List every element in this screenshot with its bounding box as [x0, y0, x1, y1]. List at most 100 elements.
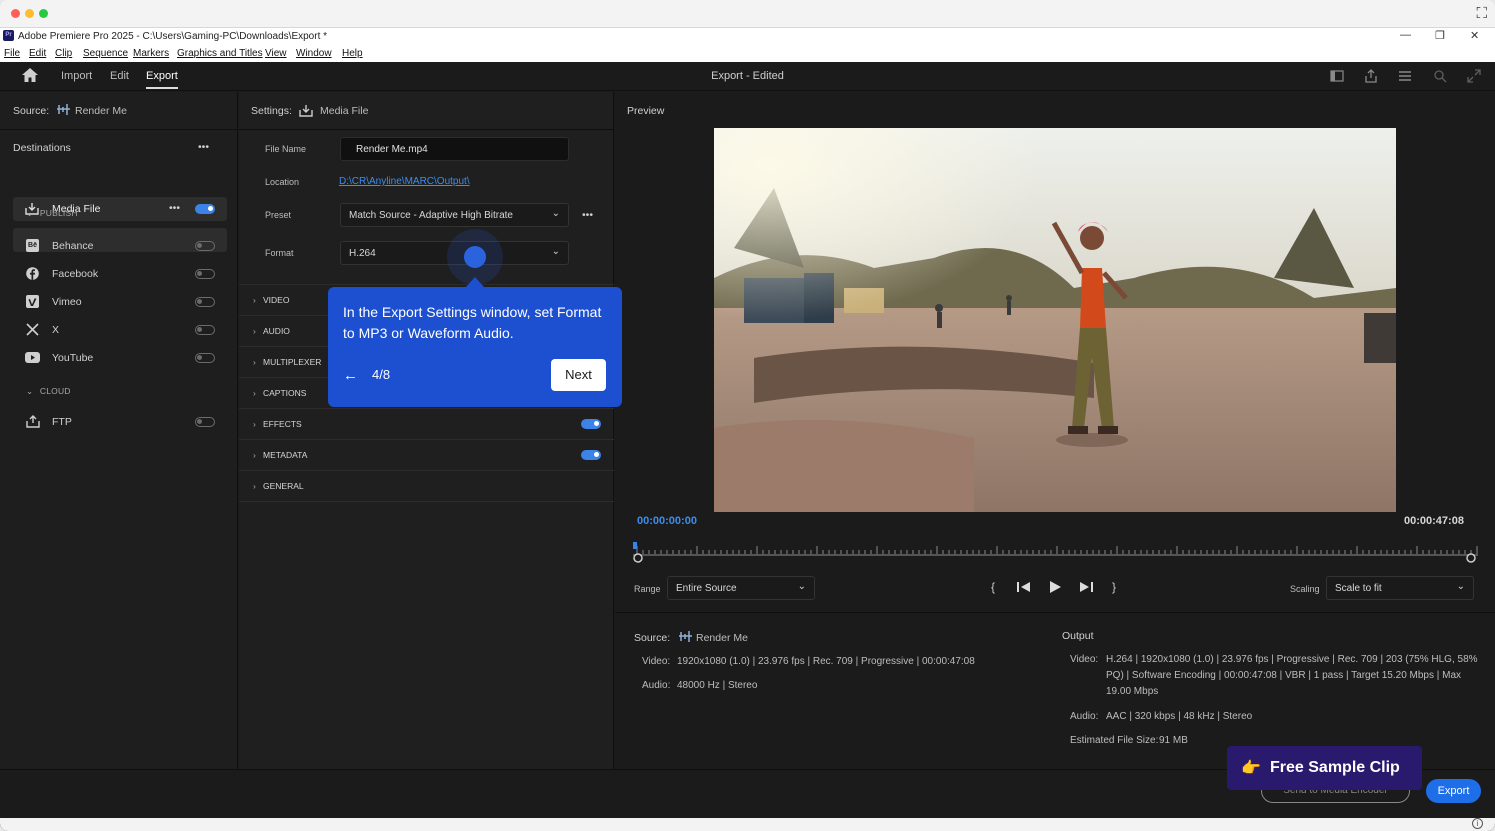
playhead[interactable] [633, 542, 637, 549]
timeline-ruler[interactable] [633, 542, 1478, 566]
x-toggle[interactable] [195, 325, 215, 335]
share-icon[interactable] [1364, 69, 1378, 83]
youtube-toggle[interactable] [195, 353, 215, 363]
menu-graphics-and-titles[interactable]: Graphics and Titles [177, 48, 263, 59]
minimize-dot[interactable] [25, 9, 34, 18]
vimeo-toggle[interactable] [195, 297, 215, 307]
source-audio-value: 48000 Hz | Stereo [677, 680, 758, 691]
timecode-current[interactable]: 00:00:00:00 [637, 515, 697, 527]
range-dropdown[interactable]: Entire Source ⌄ [667, 576, 815, 600]
vimeo-icon [26, 295, 39, 308]
mark-in-button[interactable]: { [991, 580, 995, 594]
media-file-icon [299, 105, 313, 117]
in-point-handle[interactable] [633, 553, 643, 563]
preset-more-button[interactable]: ••• [582, 209, 593, 221]
publish-behance[interactable]: Bē Behance [25, 238, 225, 254]
menu-edit[interactable]: Edit [29, 48, 46, 59]
menu-sequence[interactable]: Sequence [83, 48, 128, 59]
metadata-toggle[interactable] [581, 450, 601, 460]
publish-x[interactable]: X [25, 322, 225, 338]
preset-label: Preset [265, 210, 292, 220]
fullscreen-icon[interactable]: ⛶ [1476, 5, 1487, 22]
range-value: Entire Source [676, 583, 737, 594]
menu-help[interactable]: Help [342, 48, 363, 59]
divider [0, 129, 238, 130]
x-icon [26, 323, 39, 336]
panel-layout-icon[interactable] [1330, 69, 1344, 83]
tooltip-back-arrow-icon[interactable]: ← [343, 367, 358, 384]
search-icon[interactable] [1433, 69, 1447, 83]
divider [239, 284, 614, 285]
facebook-toggle[interactable] [195, 269, 215, 279]
chevron-down-icon: ⌄ [1456, 581, 1465, 592]
publish-section-header[interactable]: ⌄ PUBLISH [26, 208, 78, 219]
fullscreen-expand-icon[interactable] [1467, 69, 1481, 83]
menu-file[interactable]: File [4, 48, 20, 59]
section-captions[interactable]: › CAPTIONS [253, 388, 306, 398]
menu-window[interactable]: Window [296, 48, 332, 59]
coachmark-hotspot[interactable] [464, 246, 486, 268]
location-label: Location [265, 177, 300, 187]
behance-toggle[interactable] [195, 241, 215, 251]
menu-view[interactable]: View [265, 48, 287, 59]
section-audio[interactable]: › AUDIO [253, 326, 290, 336]
section-general[interactable]: › GENERAL [253, 481, 304, 491]
divider [239, 129, 614, 130]
chevron-right-icon: › [253, 388, 256, 398]
out-point-handle[interactable] [1466, 553, 1476, 563]
effects-toggle[interactable] [581, 419, 601, 429]
file-name-label: File Name [265, 144, 307, 154]
menu-markers[interactable]: Markers [133, 48, 169, 59]
location-link[interactable]: D:\CR\Anyline\MARC\Output\ [339, 176, 470, 187]
divider [239, 408, 614, 409]
play-icon[interactable] [1050, 581, 1061, 593]
cloud-ftp[interactable]: FTP [25, 414, 225, 430]
video-frame-image [714, 128, 1396, 512]
step-forward-icon[interactable] [1079, 581, 1093, 593]
file-name-input[interactable]: Render Me.mp4 [340, 137, 569, 161]
section-video[interactable]: › VIDEO [253, 295, 289, 305]
preset-dropdown[interactable]: Match Source - Adaptive High Bitrate ⌄ [340, 203, 569, 227]
preset-value: Match Source - Adaptive High Bitrate [349, 210, 513, 221]
sequence-icon [57, 104, 70, 115]
sequence-icon [679, 631, 692, 642]
export-button[interactable]: Export [1426, 779, 1481, 803]
output-audio-value: AAC | 320 kbps | 48 kHz | Stereo [1106, 711, 1253, 722]
section-metadata[interactable]: › METADATA [253, 450, 307, 460]
queue-icon[interactable] [1398, 69, 1412, 83]
menu-clip[interactable]: Clip [55, 48, 72, 59]
cloud-section-header[interactable]: ⌄ CLOUD [26, 386, 71, 397]
divider [239, 470, 614, 471]
close-dot[interactable] [11, 9, 20, 18]
output-video-line-2: PQ) | Software Encoding | 00:00:47:08 | … [1106, 670, 1462, 681]
youtube-icon [25, 352, 40, 363]
chevron-right-icon: › [253, 357, 256, 367]
chevron-down-icon: ⌄ [26, 386, 36, 396]
step-back-icon[interactable] [1017, 581, 1031, 593]
section-multiplexer-label: MULTIPLEXER [263, 357, 322, 367]
chevron-down-icon: ⌄ [551, 208, 560, 219]
minimize-button[interactable]: — [1400, 29, 1411, 41]
publish-youtube[interactable]: YouTube [25, 350, 225, 366]
chevron-down-icon: ⌄ [26, 208, 36, 218]
app-window: ⛶ Pr Adobe Premiere Pro 2025 - C:\Users\… [0, 0, 1495, 831]
close-button[interactable]: ✕ [1470, 29, 1479, 42]
restore-button[interactable]: ❐ [1435, 29, 1445, 42]
ftp-toggle[interactable] [195, 417, 215, 427]
zoom-dot[interactable] [39, 9, 48, 18]
scaling-dropdown[interactable]: Scale to fit ⌄ [1326, 576, 1474, 600]
section-effects[interactable]: › EFFECTS [253, 419, 302, 429]
info-icon[interactable]: i [1472, 818, 1483, 829]
tooltip-next-button[interactable]: Next [551, 359, 606, 391]
publish-facebook[interactable]: Facebook [25, 266, 225, 282]
publish-vimeo[interactable]: Vimeo [25, 294, 225, 310]
video-preview[interactable] [714, 128, 1396, 512]
destinations-more-button[interactable]: ••• [198, 141, 209, 153]
scaling-value: Scale to fit [1335, 583, 1382, 594]
free-sample-clip-banner[interactable]: 👉 Free Sample Clip [1227, 746, 1422, 790]
section-multiplexer[interactable]: › MULTIPLEXER [253, 357, 321, 367]
mark-out-button[interactable]: } [1112, 580, 1116, 594]
section-video-label: VIDEO [263, 295, 290, 305]
media-file-toggle[interactable] [195, 204, 215, 214]
media-file-more-button[interactable]: ••• [169, 202, 180, 214]
